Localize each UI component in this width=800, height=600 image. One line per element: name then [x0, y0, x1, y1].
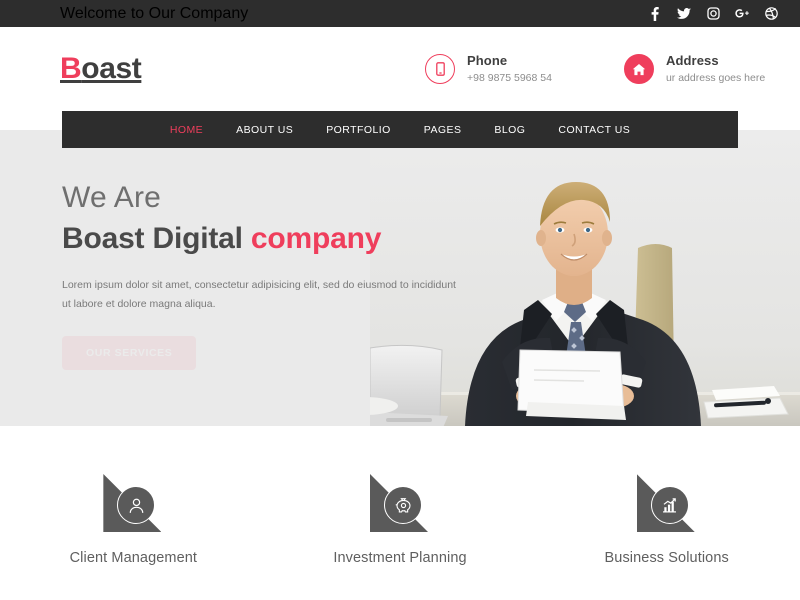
nav-item-contact-us[interactable]: CONTACT US	[558, 124, 630, 136]
nav-item-home[interactable]: HOME	[170, 124, 203, 136]
logo-accent-letter: B	[60, 52, 82, 85]
phone-icon	[425, 54, 455, 84]
contact-address-title: Address	[665, 53, 719, 69]
contact-address-value: ur address goes here	[665, 71, 766, 84]
contact-phone: Phone +98 9875 5968 54	[425, 53, 552, 84]
hero-heading-accent: company	[250, 222, 382, 255]
welcome-text: Welcome to Our Company	[60, 4, 249, 22]
services-section: Client Management Investment Planning Bu…	[0, 426, 800, 582]
contact-phone-value: +98 9875 5968 54	[467, 71, 552, 84]
top-bar: Welcome to Our Company	[0, 0, 800, 27]
bar-chart-icon	[650, 486, 689, 524]
service-icon-wrap	[631, 472, 703, 534]
site-header: Boast Phone +98 9875 5968 54 Address ur …	[0, 27, 800, 111]
logo[interactable]: Boast	[60, 52, 142, 85]
home-icon	[623, 54, 654, 84]
service-label: Investment Planning	[333, 550, 467, 566]
our-services-button[interactable]: OUR SERVICES	[62, 336, 197, 371]
nav-item-blog[interactable]: BLOG	[494, 124, 525, 136]
contact-address: Address ur address goes here	[623, 53, 766, 84]
nav-wrap: HOME ABOUT US PORTFOLIO PAGES BLOG CONTA…	[0, 111, 800, 148]
main-navigation: HOME ABOUT US PORTFOLIO PAGES BLOG CONTA…	[62, 111, 738, 148]
hero-heading: Boast Digital company	[62, 220, 482, 258]
contact-phone-title: Phone	[467, 53, 508, 69]
nav-item-about-us[interactable]: ABOUT US	[236, 124, 293, 136]
service-label: Business Solutions	[604, 550, 729, 566]
hero-content: We Are Boast Digital company Lorem ipsum…	[62, 180, 482, 371]
nav-item-portfolio[interactable]: PORTFOLIO	[326, 124, 391, 136]
hero-paragraph: Lorem ipsum dolor sit amet, consectetur …	[62, 278, 456, 310]
google-plus-icon[interactable]	[735, 7, 749, 21]
service-label: Client Management	[69, 550, 198, 566]
user-circle-icon	[117, 486, 156, 524]
dribbble-icon[interactable]	[764, 7, 778, 21]
service-card-client-management[interactable]: Client Management	[0, 472, 267, 566]
hero-subheading: We Are	[62, 181, 162, 214]
nav-item-pages[interactable]: PAGES	[424, 124, 462, 136]
hero-heading-dark: Boast Digital	[62, 222, 251, 255]
header-contacts: Phone +98 9875 5968 54 Address ur addres…	[425, 27, 765, 111]
hero-section: We Are Boast Digital company Lorem ipsum…	[0, 130, 800, 426]
service-card-business-solutions[interactable]: Business Solutions	[533, 472, 800, 566]
piggy-bank-icon	[384, 486, 422, 524]
facebook-icon[interactable]	[648, 6, 662, 21]
social-links	[648, 6, 778, 21]
twitter-icon[interactable]	[677, 7, 691, 21]
service-card-investment-planning[interactable]: Investment Planning	[267, 472, 534, 566]
service-icon-wrap	[364, 472, 436, 534]
service-icon-wrap	[97, 472, 169, 534]
instagram-icon[interactable]	[706, 7, 720, 21]
logo-rest: oast	[81, 52, 142, 85]
